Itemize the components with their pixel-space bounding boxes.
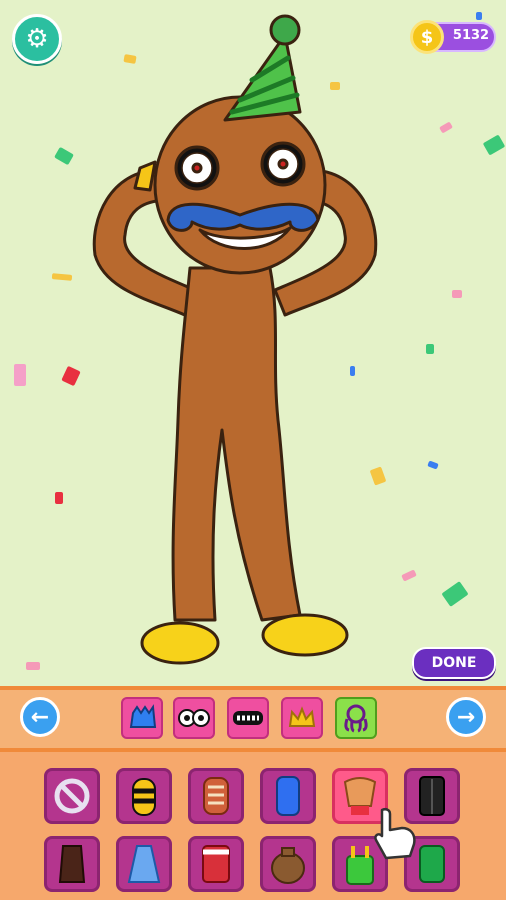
sack-outfit-icon xyxy=(271,847,305,884)
item-slot-none[interactable] xyxy=(44,768,100,824)
item-slot-ribs[interactable] xyxy=(188,768,244,824)
category-tab-eyes[interactable] xyxy=(173,697,215,739)
item-slot-cake-dress[interactable] xyxy=(188,836,244,892)
arrow-right-icon: → xyxy=(456,704,476,730)
item-slot-brown-top[interactable] xyxy=(44,836,100,892)
coin-count: 5132 xyxy=(452,28,490,43)
hand-pointer-icon xyxy=(374,807,416,860)
item-slot-blue-dress[interactable] xyxy=(116,836,172,892)
item-slot-bee[interactable] xyxy=(116,768,172,824)
cake-dress-icon xyxy=(202,845,230,883)
octopus-icon xyxy=(344,704,368,733)
ribs-outfit-icon xyxy=(203,777,229,815)
bee-outfit-icon xyxy=(132,778,156,816)
prev-category-button[interactable]: ← xyxy=(20,697,60,737)
blue-dress-icon xyxy=(127,845,161,883)
none-icon xyxy=(54,778,90,814)
category-tab-hats[interactable] xyxy=(281,697,323,739)
next-category-button[interactable]: → xyxy=(446,697,486,737)
character xyxy=(92,14,378,665)
category-tab-monster[interactable] xyxy=(121,697,163,739)
blue-monster-icon xyxy=(129,704,157,728)
teeth-icon xyxy=(233,711,263,725)
game-screen: ⚙ $ 5132 DONE ← → xyxy=(0,0,506,900)
done-button[interactable]: DONE xyxy=(412,647,496,679)
gear-icon: ⚙ xyxy=(25,24,49,54)
blue-tank-icon xyxy=(276,776,300,816)
item-slot-blue-tank[interactable] xyxy=(260,768,316,824)
crown-icon xyxy=(288,706,316,727)
arrow-left-icon: ← xyxy=(30,704,50,730)
item-slot-sack[interactable] xyxy=(260,836,316,892)
category-tab-outfits[interactable] xyxy=(335,697,377,739)
category-tab-teeth[interactable] xyxy=(227,697,269,739)
coin-icon: $ xyxy=(410,20,444,54)
eyes-icon xyxy=(178,709,210,727)
brown-top-icon xyxy=(58,845,86,883)
settings-button[interactable]: ⚙ xyxy=(12,14,62,64)
